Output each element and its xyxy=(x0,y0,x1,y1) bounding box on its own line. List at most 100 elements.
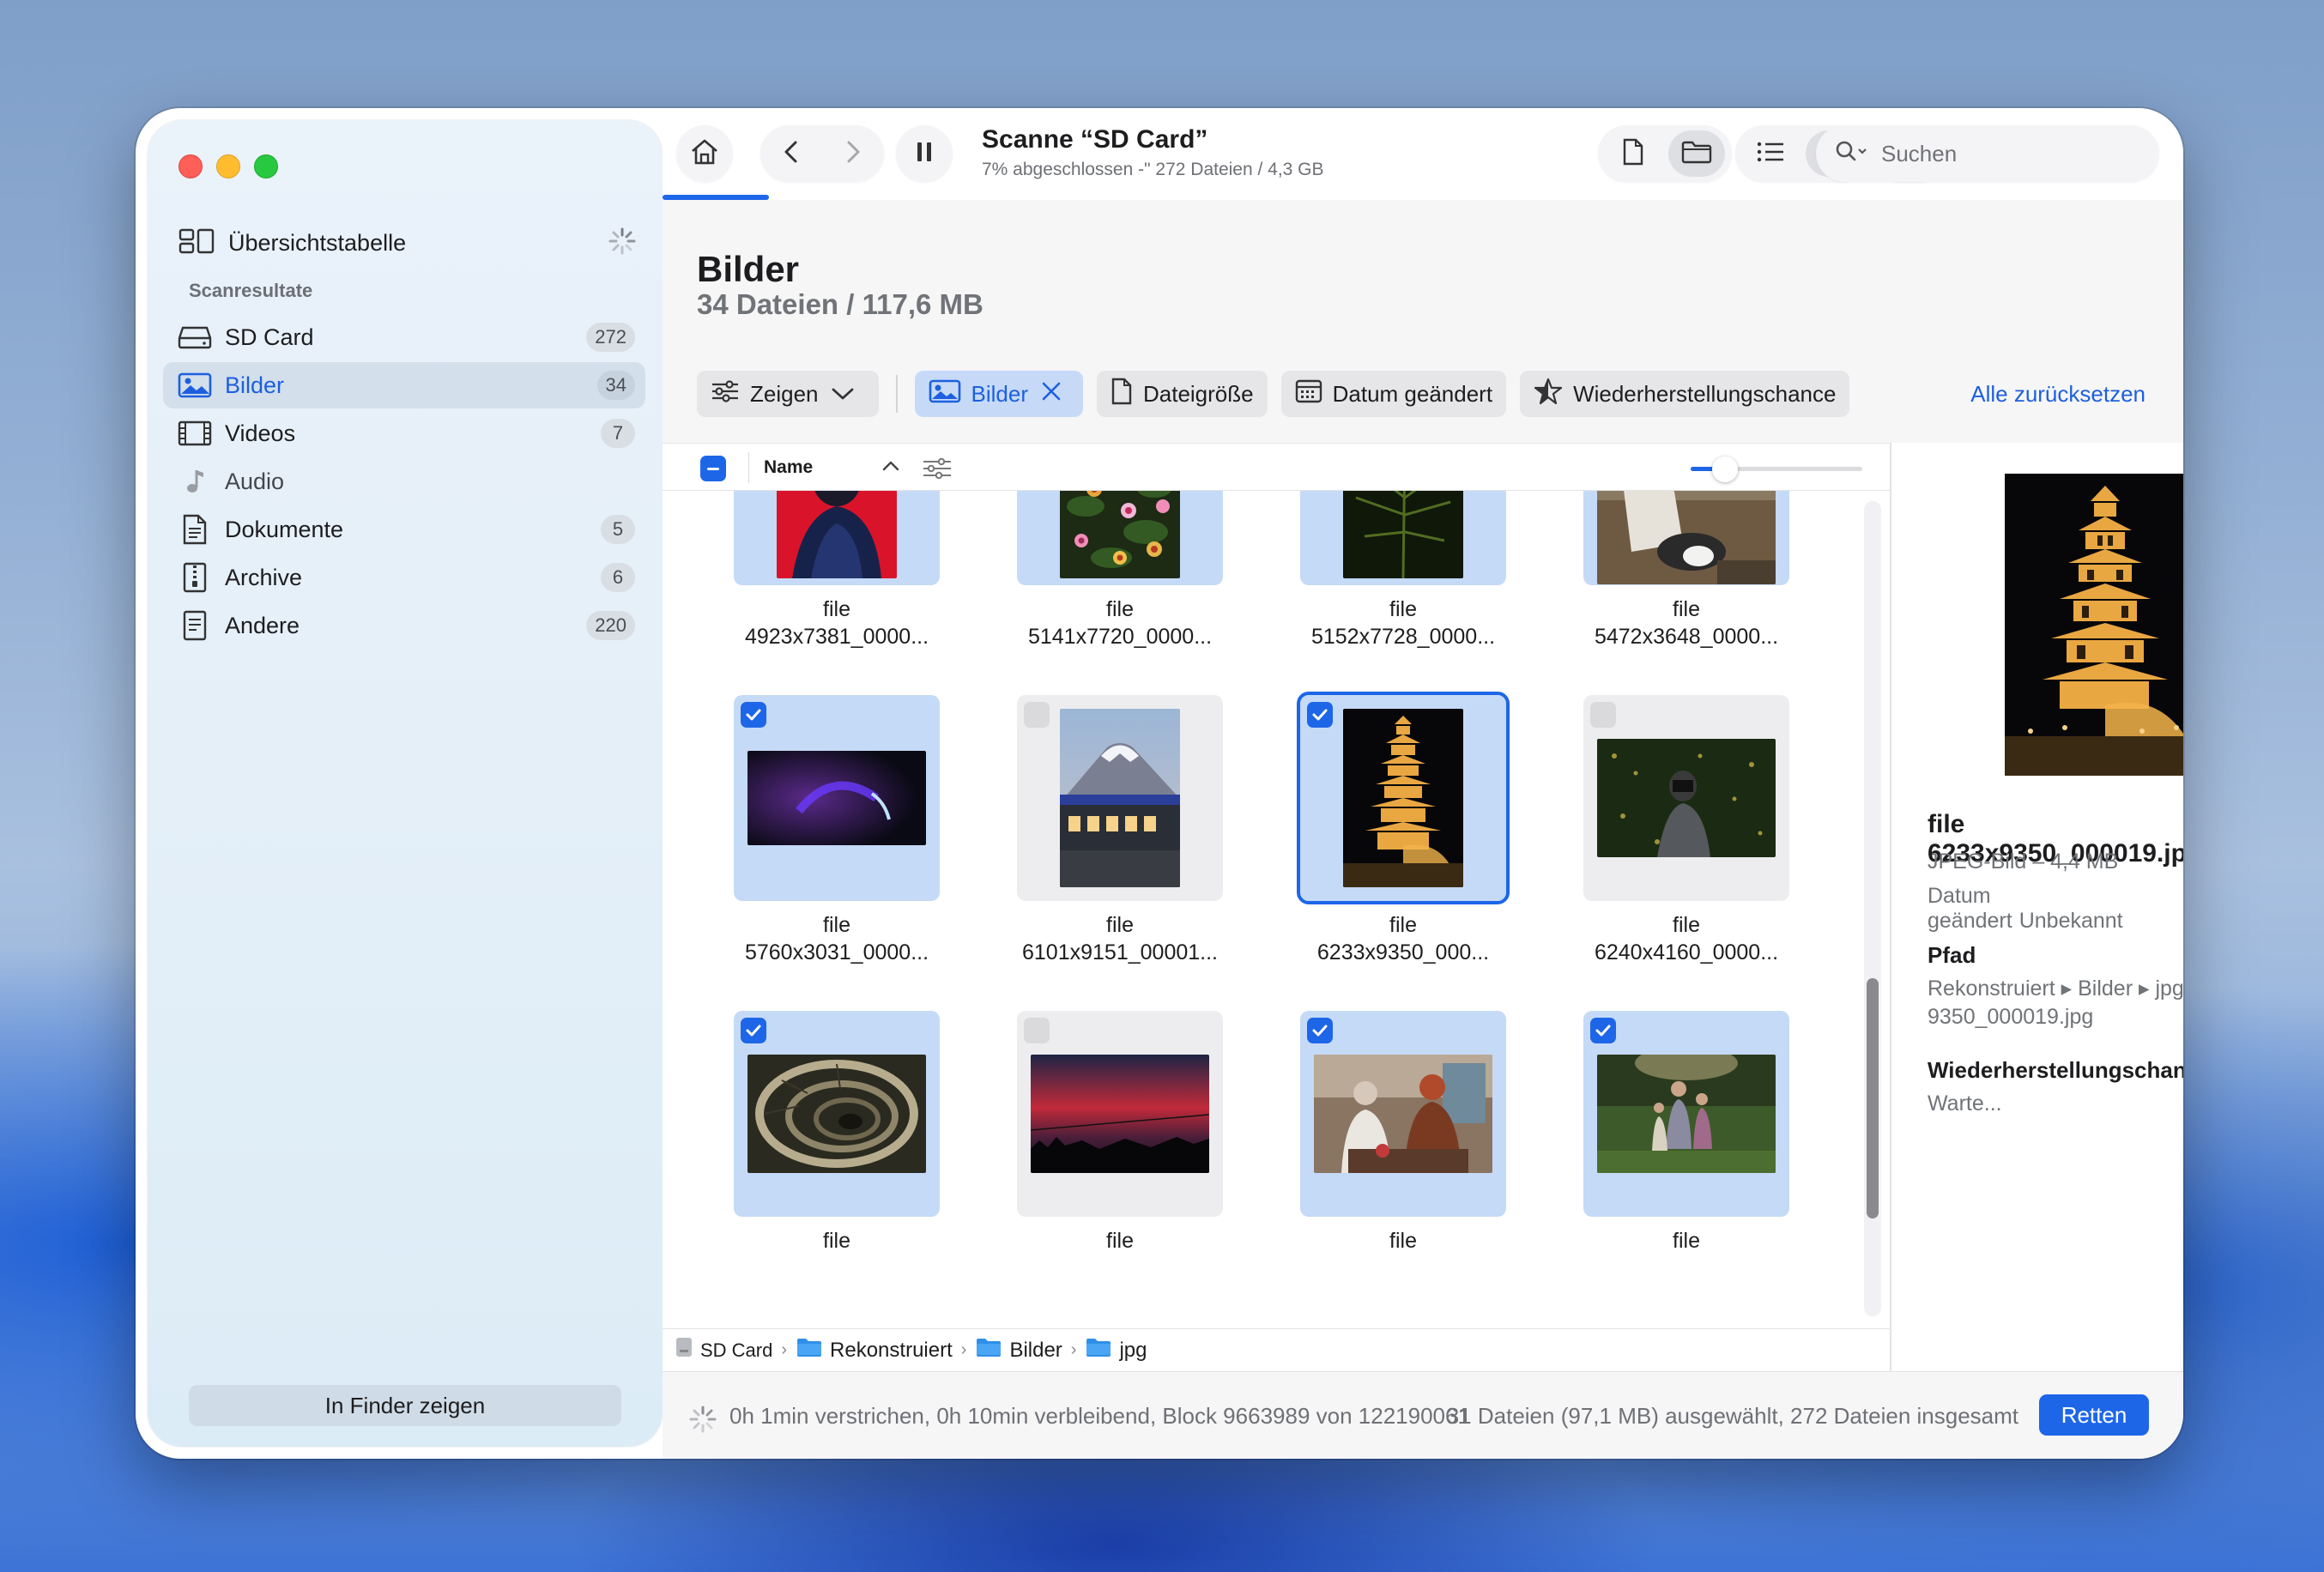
search-input[interactable] xyxy=(1881,140,2121,167)
close-window-button[interactable] xyxy=(179,154,203,178)
file-card[interactable]: file 6240x4160_0000... xyxy=(1583,695,1789,966)
select-all-checkbox[interactable] xyxy=(700,456,726,481)
sidebar-item-archive[interactable]: Archive 6 xyxy=(163,554,645,601)
chevron-right-icon xyxy=(843,141,863,168)
recovery-chance-filter-label: Wiederherstellungschance xyxy=(1573,380,1837,407)
show-in-finder-button[interactable]: In Finder zeigen xyxy=(189,1385,621,1426)
folder-icon xyxy=(975,1336,1009,1364)
file-checkbox[interactable] xyxy=(1590,702,1616,728)
search-field[interactable] xyxy=(1816,125,2159,182)
sidebar-item-andere[interactable]: Andere 220 xyxy=(163,602,645,649)
file-checkbox[interactable] xyxy=(741,702,766,728)
file-card[interactable]: file xyxy=(1583,1011,1789,1255)
file-card[interactable]: file 5760x3031_0000... xyxy=(734,695,940,966)
sidebar-item-sd-card[interactable]: SD Card 272 xyxy=(163,314,645,360)
photo-icon xyxy=(177,367,213,403)
sort-ascending-icon[interactable] xyxy=(881,459,901,477)
file-icon xyxy=(1621,137,1645,171)
sidebar-item-bilder[interactable]: Bilder 34 xyxy=(163,362,645,408)
count-badge: 220 xyxy=(586,611,635,640)
home-button[interactable] xyxy=(676,125,733,182)
forward-button[interactable] xyxy=(843,139,863,169)
recover-button[interactable]: Retten xyxy=(2039,1394,2149,1436)
other-file-icon xyxy=(177,608,213,644)
page-title: Bilder xyxy=(697,249,800,289)
file-name-line1: file xyxy=(1106,913,1134,937)
file-name-line1: file xyxy=(1673,1229,1700,1253)
recovery-chance-value: Warte... xyxy=(1928,1091,2002,1116)
sidebar-item-label: SD Card xyxy=(225,323,314,350)
sidebar-item-videos[interactable]: Videos 7 xyxy=(163,410,645,456)
file-card[interactable]: file 5472x3648_0000... xyxy=(1583,491,1789,650)
column-options-icon[interactable] xyxy=(922,456,953,486)
folder-view-button[interactable] xyxy=(1668,130,1725,177)
reset-all-link[interactable]: Alle zurücksetzen xyxy=(1970,381,2145,408)
scan-results-heading: Scanresultate xyxy=(189,280,313,301)
file-card[interactable]: file xyxy=(734,1011,940,1255)
breadcrumb-item[interactable]: Rekonstruiert xyxy=(796,1336,953,1364)
name-column-header[interactable]: Name xyxy=(764,457,813,478)
sidebar-item-audio[interactable]: Audio xyxy=(163,458,645,505)
breadcrumb-item[interactable]: Bilder xyxy=(975,1336,1062,1364)
document-icon xyxy=(177,511,213,547)
list-view-button[interactable] xyxy=(1742,130,1799,177)
file-card[interactable]: file xyxy=(1017,1011,1223,1255)
count-badge: 7 xyxy=(601,419,635,448)
file-name-line2: 6240x4160_0000... xyxy=(1594,940,1779,964)
slider-knob[interactable] xyxy=(1712,456,1738,482)
thumbnail-image xyxy=(747,1055,926,1173)
images-filter-chip[interactable]: Bilder xyxy=(914,371,1083,417)
thumbnail-image xyxy=(1314,1055,1492,1173)
file-name-line2: 5760x3031_0000... xyxy=(744,940,929,964)
file-card[interactable]: file 6101x9151_00001... xyxy=(1017,695,1223,966)
scrollbar-thumb[interactable] xyxy=(1867,978,1879,1218)
file-view-button[interactable] xyxy=(1605,130,1661,177)
file-card[interactable]: file 5152x7728_0000... xyxy=(1300,491,1506,650)
drive-icon xyxy=(177,319,213,355)
file-checkbox[interactable] xyxy=(1024,1018,1050,1043)
file-card[interactable]: file 4923x7381_0000... xyxy=(734,491,940,650)
overview-table-item[interactable]: Übersichtstabelle xyxy=(179,221,637,264)
file-checkbox[interactable] xyxy=(1307,1018,1333,1043)
overview-table-icon xyxy=(179,227,215,259)
breadcrumb-item[interactable]: SD Card xyxy=(675,1336,772,1364)
status-bar: 0h 1min verstrichen, 0h 10min verbleiben… xyxy=(663,1371,2183,1459)
scan-title: Scanne “SD Card” xyxy=(982,125,1208,154)
file-name-line1: file xyxy=(1389,1229,1417,1253)
remove-filter-icon[interactable] xyxy=(1040,380,1073,408)
file-checkbox[interactable] xyxy=(1590,1018,1616,1043)
pause-scan-button[interactable] xyxy=(896,125,953,182)
recovery-chance-heading: Wiederherstellungschance xyxy=(1928,1057,2183,1083)
date-value: Unbekannt xyxy=(2018,909,2123,933)
minimize-window-button[interactable] xyxy=(216,154,240,178)
breadcrumb: SD Card › Rekonstruiert › Bilder › jpg xyxy=(663,1328,1890,1371)
breadcrumb-item[interactable]: jpg xyxy=(1085,1336,1147,1364)
breadcrumb-label: Rekonstruiert xyxy=(830,1338,953,1362)
file-card[interactable]: file xyxy=(1300,1011,1506,1255)
zoom-window-button[interactable] xyxy=(254,154,278,178)
sidebar-item-dokumente[interactable]: Dokumente 5 xyxy=(163,506,645,553)
count-badge: 34 xyxy=(596,371,635,400)
file-checkbox[interactable] xyxy=(741,1018,766,1043)
file-card[interactable]: file 5141x7720_0000... xyxy=(1017,491,1223,650)
show-filter-button[interactable]: Zeigen xyxy=(697,371,879,417)
recovery-chance-filter-button[interactable]: Wiederherstellungschance xyxy=(1520,371,1850,417)
file-checkbox[interactable] xyxy=(1307,702,1333,728)
thumbnail-image xyxy=(1343,491,1463,578)
date-modified-filter-button[interactable]: Datum geändert xyxy=(1280,371,1507,417)
vertical-scrollbar[interactable] xyxy=(1864,501,1881,1316)
chevron-left-icon xyxy=(781,141,802,168)
file-thumbnail xyxy=(1017,695,1223,901)
preview-panel: file 6233x9350_000019.jpg JPEG-Bild – 4,… xyxy=(1891,443,2183,1371)
thumbnail-image xyxy=(747,751,926,845)
scan-progress-text: 0h 1min verstrichen, 0h 10min verbleiben… xyxy=(729,1403,1470,1429)
breadcrumb-separator: › xyxy=(781,1340,788,1359)
back-button[interactable] xyxy=(781,139,802,169)
file-size-filter-button[interactable]: Dateigröße xyxy=(1096,371,1268,417)
thumbnail-size-slider[interactable] xyxy=(1691,456,1862,482)
file-name-line1: file xyxy=(1673,597,1700,621)
file-checkbox[interactable] xyxy=(1024,702,1050,728)
scan-subtitle: 7% abgeschlossen -" 272 Dateien / 4,3 GB xyxy=(982,160,1324,179)
file-card[interactable]: file 6233x9350_000... xyxy=(1297,692,1510,966)
file-type-toggle xyxy=(1598,125,1732,182)
